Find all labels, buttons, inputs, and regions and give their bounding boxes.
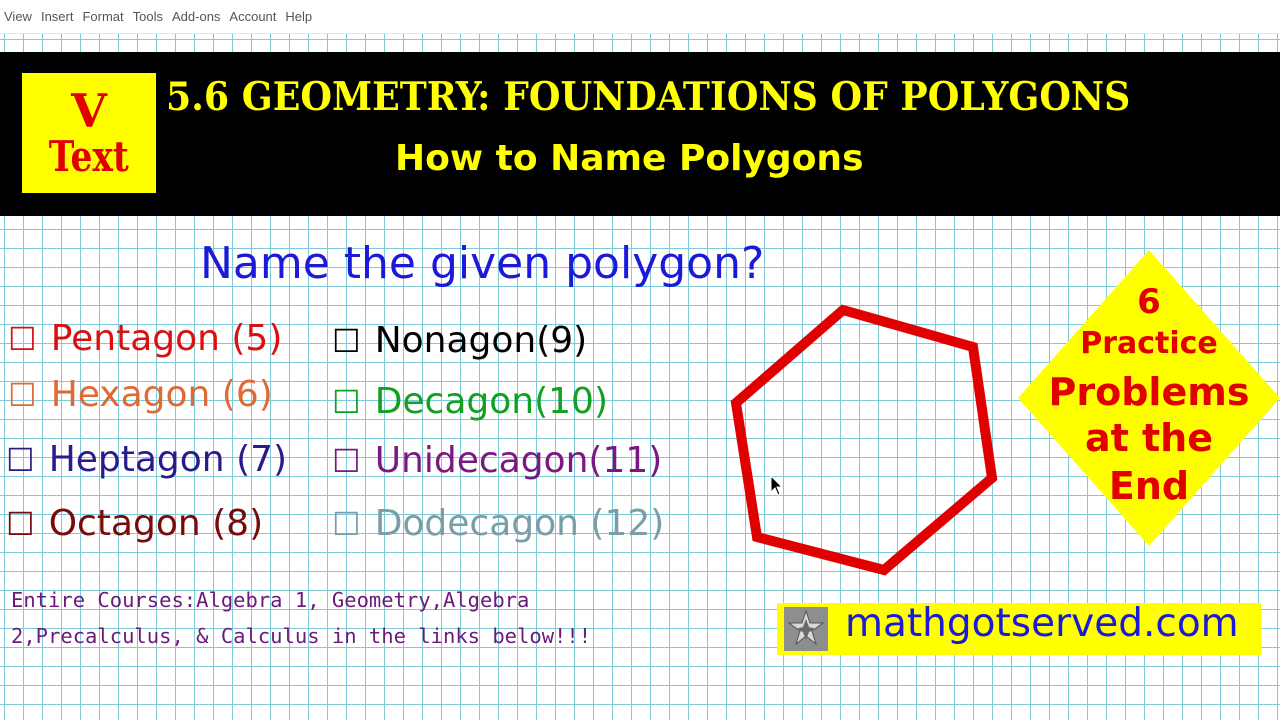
arrow-cursor-icon xyxy=(770,475,784,496)
option-label: Dodecagon (12) xyxy=(374,503,665,544)
menu-addons[interactable]: Add-ons xyxy=(172,9,220,24)
hexagon-shape xyxy=(730,304,998,576)
option-octagon[interactable]: ☐ Octagon (8) xyxy=(6,503,263,544)
checkbox-icon[interactable]: ☐ xyxy=(6,441,35,479)
courses-note: Entire Courses:Algebra 1, Geometry,Algeb… xyxy=(11,582,591,654)
badge-line-at-the: at the xyxy=(1084,416,1214,460)
option-label: Unidecagon(11) xyxy=(374,440,663,481)
option-dodecagon[interactable]: ☐ Dodecagon (12) xyxy=(332,503,664,544)
checkbox-icon[interactable]: ☐ xyxy=(6,505,35,543)
checkbox-icon[interactable]: ☐ xyxy=(8,376,37,414)
practice-problems-badge: 6 Practice Problems at the End xyxy=(1018,250,1280,546)
menu-bar: View Insert Format Tools Add-ons Account… xyxy=(0,0,1280,34)
option-label: Heptagon (7) xyxy=(48,439,288,480)
logo-line-text: Text xyxy=(48,132,130,181)
badge-line-practice: Practice xyxy=(1080,326,1218,361)
option-pentagon[interactable]: ☐ Pentagon (5) xyxy=(8,318,282,359)
website-url[interactable]: mathgotserved.com xyxy=(845,601,1239,646)
option-nonagon[interactable]: ☐ Nonagon(9) xyxy=(332,320,587,361)
menu-format[interactable]: Format xyxy=(82,9,123,24)
checkbox-icon[interactable]: ☐ xyxy=(332,383,361,421)
option-label: Nonagon(9) xyxy=(374,320,588,361)
option-decagon[interactable]: ☐ Decagon(10) xyxy=(332,381,608,422)
checkbox-icon[interactable]: ☐ xyxy=(8,320,37,358)
checkbox-icon[interactable]: ☐ xyxy=(332,442,361,480)
website-banner[interactable]: mathgotserved.com xyxy=(777,601,1261,655)
courses-note-line1: Entire Courses:Algebra 1, Geometry,Algeb… xyxy=(11,588,530,612)
question-prompt: Name the given polygon? xyxy=(200,238,765,289)
option-label: Octagon (8) xyxy=(48,503,264,544)
menu-account[interactable]: Account xyxy=(229,9,276,24)
option-label: Decagon(10) xyxy=(374,381,609,422)
menu-tools[interactable]: Tools xyxy=(133,9,163,24)
option-unidecagon[interactable]: ☐ Unidecagon(11) xyxy=(332,440,662,481)
option-label: Pentagon (5) xyxy=(50,318,283,359)
menu-insert[interactable]: Insert xyxy=(41,9,74,24)
vtext-logo: V Text xyxy=(22,73,156,193)
hexagon-figure xyxy=(730,304,998,576)
badge-number: 6 xyxy=(1137,282,1161,322)
lesson-subtitle: How to Name Polygons xyxy=(395,138,864,179)
option-label: Hexagon (6) xyxy=(50,374,273,415)
star-polyhedron-icon xyxy=(784,607,828,651)
option-hexagon[interactable]: ☐ Hexagon (6) xyxy=(8,374,273,415)
badge-line-end: End xyxy=(1108,464,1190,508)
option-heptagon[interactable]: ☐ Heptagon (7) xyxy=(6,439,287,480)
menu-view[interactable]: View xyxy=(4,9,32,24)
courses-note-line2: 2,Precalculus, & Calculus in the links b… xyxy=(11,624,592,648)
lesson-title: 5.6 GEOMETRY: FOUNDATIONS OF POLYGONS xyxy=(166,74,1131,120)
checkbox-icon[interactable]: ☐ xyxy=(332,505,361,543)
logo-line-v: V xyxy=(71,84,107,138)
badge-line-problems: Problems xyxy=(1048,370,1250,414)
menu-help[interactable]: Help xyxy=(285,9,312,24)
checkbox-icon[interactable]: ☐ xyxy=(332,322,361,360)
